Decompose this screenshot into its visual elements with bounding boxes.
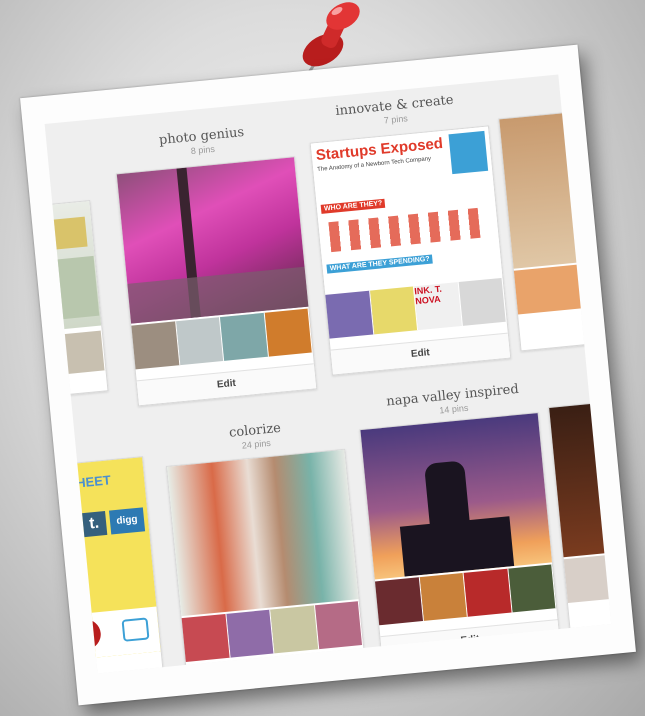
board-cover-infographic[interactable]: Startups Exposed The Anatomy of a Newbor…: [310, 126, 503, 293]
board-cover-image[interactable]: [360, 413, 552, 580]
board-card-partial-right-top[interactable]: [498, 111, 593, 352]
infographic-q2: WHAT ARE THEY SPENDING?: [326, 254, 434, 274]
edit-button[interactable]: Edit: [136, 363, 317, 406]
board-card-photo-genius[interactable]: Edit: [115, 156, 318, 407]
board-cover-image[interactable]: [167, 449, 359, 617]
board-cover-image[interactable]: [116, 157, 309, 324]
board-card-partial-right-bottom[interactable]: [548, 401, 612, 640]
digg-tile: digg: [108, 507, 146, 535]
board-card-innovate-create[interactable]: Startups Exposed The Anatomy of a Newbor…: [309, 125, 512, 376]
board-card-partial-left-top[interactable]: [44, 199, 109, 399]
tumblr-tile: t.: [81, 510, 108, 538]
board-card-napa-valley[interactable]: Edit: [359, 411, 561, 663]
edit-button[interactable]: Edit: [330, 332, 511, 375]
camera-icon: [121, 617, 150, 642]
polaroid-photo: photo genius 8 pins Edit innovate & crea…: [20, 44, 636, 706]
edit-button[interactable]: Edit: [380, 619, 560, 662]
pinterest-screenshot: photo genius 8 pins Edit innovate & crea…: [44, 74, 612, 674]
infographic-q1: WHO ARE THEY?: [320, 198, 386, 214]
sheet-label: HEET: [75, 472, 112, 491]
board-card-colorize[interactable]: Edit: [165, 448, 368, 674]
thumb-text: INK. T. NOVA: [413, 282, 463, 331]
board-card-partial-left-bottom[interactable]: HEET t. digg: [71, 456, 166, 674]
